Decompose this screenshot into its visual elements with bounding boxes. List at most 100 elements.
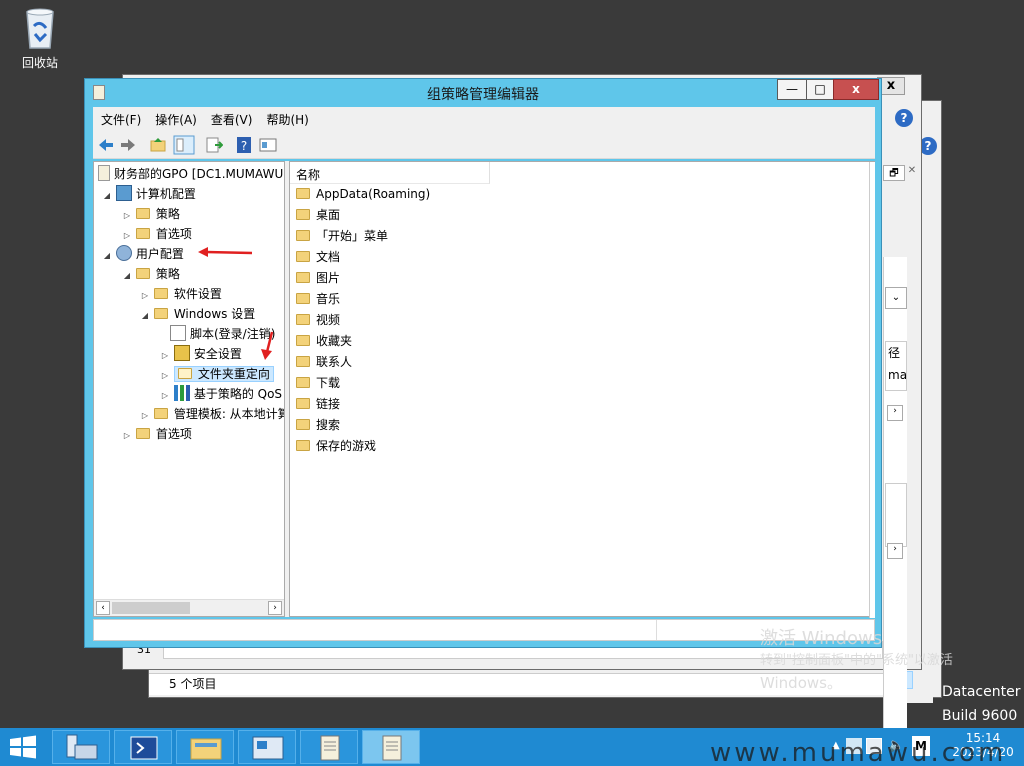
client-area: 财务部的GPO [DC1.MUMAWU ◢ 计算机配置 ▷ 策略 ▷ 首选项 ◢… (93, 161, 875, 618)
gpo-scroll-icon (98, 165, 110, 181)
list-item[interactable]: 文档 (296, 247, 340, 268)
expand-arrow-icon[interactable]: ▷ (122, 226, 132, 246)
scroll-right-icon[interactable]: › (268, 601, 282, 615)
taskbar-file-explorer[interactable] (176, 730, 234, 764)
group-policy-management-icon (252, 736, 284, 760)
expand-arrow-icon[interactable]: ▷ (140, 406, 150, 426)
folder-icon (135, 208, 150, 219)
close-button[interactable]: x (833, 79, 879, 100)
menu-help[interactable]: 帮助(H) (258, 107, 314, 128)
expand-arrow-icon[interactable]: ▷ (160, 366, 170, 386)
list-item[interactable]: AppData(Roaming) (296, 184, 430, 205)
recycle-bin-icon (23, 6, 57, 50)
title-bar[interactable]: 组策略管理编辑器 — □ x (85, 79, 881, 107)
taskbar-powershell[interactable] (114, 730, 172, 764)
user-icon (115, 245, 132, 261)
bg1-help-icon[interactable]: ? (895, 109, 913, 127)
menu-view[interactable]: 查看(V) (203, 107, 259, 128)
minimize-button[interactable]: — (777, 79, 807, 100)
menu-action[interactable]: 操作(A) (147, 107, 203, 128)
folder-icon (296, 230, 310, 241)
tree-item-folder-redirection[interactable]: ▷ 文件夹重定向 (160, 364, 274, 384)
forward-arrow-icon[interactable] (119, 136, 137, 154)
edition-text: Datacenter (942, 684, 1021, 700)
scroll-thumb[interactable] (112, 602, 190, 614)
collapse-arrow-icon[interactable]: ◢ (122, 266, 132, 286)
tree-item-cc-policies[interactable]: ▷ 策略 (122, 204, 180, 224)
chart-icon (173, 385, 190, 401)
list-item[interactable]: 链接 (296, 394, 340, 415)
list-item[interactable]: 下载 (296, 373, 340, 394)
column-header-name[interactable]: 名称 (290, 162, 490, 184)
window-title: 组策略管理编辑器 (427, 87, 539, 103)
list-item[interactable]: 桌面 (296, 205, 340, 226)
scroll-left-icon[interactable]: ‹ (96, 601, 110, 615)
expand-arrow-icon[interactable]: ▷ (140, 286, 150, 306)
taskbar-gpmc[interactable] (238, 730, 296, 764)
menu-file[interactable]: 文件(F) (93, 107, 147, 128)
export-list-icon[interactable] (205, 136, 223, 154)
list-item[interactable]: 保存的游戏 (296, 436, 376, 457)
list-item[interactable]: 音乐 (296, 289, 340, 310)
scroll-right-icon-2[interactable]: › (887, 543, 903, 559)
scroll-right-icon[interactable]: › (887, 405, 903, 421)
collapse-arrow-icon[interactable]: ◢ (140, 306, 150, 326)
folder-icon (296, 314, 310, 325)
up-folder-icon[interactable] (149, 136, 167, 154)
dropdown-chevron-icon[interactable]: ⌄ (885, 287, 907, 309)
activation-line-2: 转到"控制面板"中的"系统"以激活 (760, 653, 953, 668)
folder-icon (296, 293, 310, 304)
collapse-arrow-icon[interactable]: ◢ (102, 186, 112, 206)
start-button[interactable] (6, 734, 40, 760)
folder-icon (135, 428, 150, 439)
partial-text-2: ma (888, 368, 908, 382)
taskbar-gpo-editor-2[interactable] (362, 730, 420, 764)
tree-item-windows-settings[interactable]: ◢ Windows 设置 (140, 304, 255, 324)
list-item[interactable]: 图片 (296, 268, 340, 289)
tree-item-qos[interactable]: ▷ 基于策略的 QoS (160, 384, 282, 404)
tree-horizontal-scrollbar[interactable]: ‹ › (94, 599, 284, 616)
file-explorer-icon (190, 738, 222, 760)
expand-arrow-icon[interactable]: ▷ (160, 346, 170, 366)
properties-icon[interactable] (259, 136, 277, 154)
activation-line-3: Windows。 (760, 674, 842, 692)
tree-item-admin-templates[interactable]: ▷ 管理模板: 从本地计算机 (140, 404, 284, 426)
tree-item-software-settings[interactable]: ▷ 软件设置 (140, 284, 222, 304)
tree-item-root[interactable]: 财务部的GPO [DC1.MUMAWU (98, 164, 283, 184)
close-icon[interactable]: ✕ (905, 165, 919, 181)
folder-icon (135, 228, 150, 239)
list-pane: 名称 AppData(Roaming) 桌面 「开始」菜单 文档 图片 音乐 视… (289, 161, 875, 618)
list-item[interactable]: 收藏夹 (296, 331, 352, 352)
expand-arrow-icon[interactable]: ▷ (122, 426, 132, 446)
list-item[interactable]: 「开始」菜单 (296, 226, 388, 247)
list-item[interactable]: 视频 (296, 310, 340, 331)
tree-item-cc-preferences[interactable]: ▷ 首选项 (122, 224, 192, 244)
restore-icon[interactable]: 🗗 (883, 165, 905, 181)
tree-item-security-settings[interactable]: ▷ 安全设置 (160, 344, 242, 364)
help-icon[interactable]: ? (235, 136, 253, 154)
expand-arrow-icon[interactable]: ▷ (160, 386, 170, 406)
show-hide-tree-icon[interactable] (173, 135, 195, 155)
build-text: Build 9600 (942, 708, 1018, 724)
computer-icon (115, 185, 132, 201)
back-arrow-icon[interactable] (97, 136, 115, 154)
tree-item-uc-policies[interactable]: ◢ 策略 (122, 264, 180, 284)
folder-icon (296, 356, 310, 367)
taskbar-server-manager[interactable] (52, 730, 110, 764)
recycle-bin[interactable]: 回收站 (14, 6, 66, 71)
tree-item-uc-preferences[interactable]: ▷ 首选项 (122, 424, 192, 444)
list-item[interactable]: 搜索 (296, 415, 340, 436)
collapse-arrow-icon[interactable]: ◢ (102, 246, 112, 266)
folder-icon (296, 272, 310, 283)
expand-arrow-icon[interactable]: ▷ (122, 206, 132, 226)
taskbar-gpo-editor-1[interactable] (300, 730, 358, 764)
item-count: 5 个项目 (169, 677, 217, 691)
toolbar: ? (93, 131, 875, 159)
tree-pane: 财务部的GPO [DC1.MUMAWU ◢ 计算机配置 ▷ 策略 ▷ 首选项 ◢… (93, 161, 285, 617)
folder-icon (296, 440, 310, 451)
list-item[interactable]: 联系人 (296, 352, 352, 373)
powershell-icon (130, 736, 158, 760)
tree-item-user-config[interactable]: ◢ 用户配置 (102, 244, 184, 264)
tree-item-computer-config[interactable]: ◢ 计算机配置 (102, 184, 196, 204)
maximize-button[interactable]: □ (806, 79, 834, 100)
